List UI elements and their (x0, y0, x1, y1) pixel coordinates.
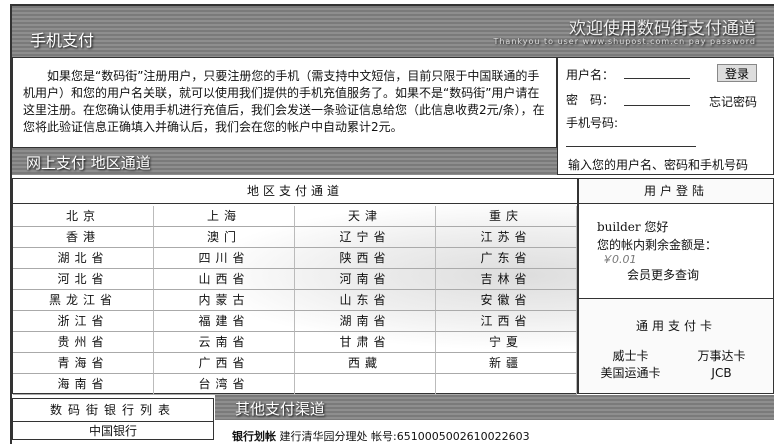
other-pay-title: 其他支付渠道 (235, 400, 326, 418)
more-query-link[interactable]: 会员更多查询 (597, 266, 773, 284)
region-link[interactable]: 湖南省 (295, 311, 436, 332)
header-banner: 手机支付 欢迎使用数码街支付通道 Thankyou to user www.sh… (12, 6, 774, 57)
intro-text: 如果您是“数码街”注册用户，只要注册您的手机（需支持中文短信，目前只限于中国联通… (12, 57, 557, 148)
region-link (295, 374, 436, 395)
region-link[interactable]: 安徽省 (436, 290, 577, 311)
bank-transfer-text: 建行清华园分理处 帐号:6510005002610022603 (279, 430, 530, 443)
greeting: builder 您好 (597, 220, 669, 234)
password-input[interactable] (624, 105, 690, 106)
balance-label: 您的帐内剩余金额是： (597, 238, 718, 252)
region-link[interactable]: 河南省 (295, 269, 436, 290)
login-button[interactable]: 登录 (717, 64, 757, 82)
region-link[interactable]: 上海 (154, 206, 295, 227)
region-link[interactable]: 重庆 (436, 206, 577, 227)
region-link[interactable]: 北京 (13, 206, 154, 227)
region-link[interactable]: 贵州省 (13, 332, 154, 353)
region-link[interactable]: 广西省 (154, 353, 295, 374)
forgot-password-link[interactable]: 忘记密码 (709, 93, 757, 110)
region-link[interactable]: 广东省 (436, 248, 577, 269)
region-link[interactable]: 台湾省 (154, 374, 295, 395)
online-pay-banner: 网上支付 地区通道 (12, 148, 557, 175)
phone-label: 手机号码: (566, 116, 619, 130)
region-link[interactable]: 江西省 (436, 311, 577, 332)
login-hint: 输入您的用户名、密码和手机号码 (568, 158, 749, 172)
region-link[interactable]: 辽宁省 (295, 227, 436, 248)
region-link[interactable]: 宁夏 (436, 332, 577, 353)
balance-value: ￥0.01 (601, 253, 637, 266)
region-link[interactable]: 新疆 (436, 353, 577, 374)
welcome-text: 欢迎使用数码街支付通道 (569, 19, 756, 39)
bank-transfer-info: 银行划帐 建行清华园分理处 帐号:6510005002610022603 (232, 428, 530, 444)
online-pay-title: 网上支付 地区通道 (26, 154, 151, 172)
welcome-subtitle: Thankyou to user www.shupost.com.cn pay … (493, 37, 756, 46)
username-input[interactable] (624, 78, 690, 79)
card-amex[interactable]: 美国运通卡 (585, 365, 676, 382)
region-link[interactable]: 香港 (13, 227, 154, 248)
cards-header: 通用支付卡 (635, 319, 716, 333)
other-pay-banner: 其他支付渠道 (215, 395, 774, 420)
bank-list: 数码街银行列表 中国银行 (12, 398, 214, 440)
bank-list-header: 数码街银行列表 (13, 399, 213, 422)
region-link[interactable]: 山西省 (154, 269, 295, 290)
region-link[interactable]: 西藏 (295, 353, 436, 374)
region-link[interactable]: 甘肃省 (295, 332, 436, 353)
region-link[interactable]: 天津 (295, 206, 436, 227)
card-visa[interactable]: 威士卡 (585, 348, 676, 365)
login-panel: 用户名： 登录 密 码： 忘记密码 手机号码: 输入您的用户名、密码和手机号码 (557, 57, 774, 175)
region-link[interactable]: 湖北省 (13, 248, 154, 269)
region-link[interactable]: 云南省 (154, 332, 295, 353)
bank-transfer-label: 银行划帐 (232, 430, 276, 443)
region-link[interactable]: 黑龙江省 (13, 290, 154, 311)
region-link[interactable]: 山东省 (295, 290, 436, 311)
phone-input[interactable] (566, 146, 696, 147)
region-header: 地区支付通道 (13, 179, 577, 204)
region-link[interactable]: 陕西省 (295, 248, 436, 269)
region-link[interactable]: 内蒙古 (154, 290, 295, 311)
region-channel-table: 地区支付通道 北京 上海 天津 重庆香港 澳门 辽宁省 江苏省湖北省 四川省 陕西省 广东省河北省… (12, 178, 578, 395)
region-link[interactable]: 四川省 (154, 248, 295, 269)
region-link[interactable]: 福建省 (154, 311, 295, 332)
region-link (436, 374, 577, 395)
bank-list-item[interactable]: 中国银行 (13, 422, 213, 440)
page-title: 手机支付 (30, 31, 95, 50)
region-link[interactable]: 浙江省 (13, 311, 154, 332)
username-label: 用户名： (566, 68, 615, 82)
account-panel: 用户登陆 builder 您好 您的帐内剩余金额是： ￥0.01 会员更多查询 … (578, 178, 774, 394)
region-link[interactable]: 江苏省 (436, 227, 577, 248)
region-link[interactable]: 青海省 (13, 353, 154, 374)
account-header: 用户登陆 (579, 179, 773, 204)
card-mastercard[interactable]: 万事达卡 (676, 348, 767, 365)
region-link[interactable]: 河北省 (13, 269, 154, 290)
region-link[interactable]: 吉林省 (436, 269, 577, 290)
region-link[interactable]: 海南省 (13, 374, 154, 395)
password-label: 密 码： (566, 93, 615, 107)
region-link[interactable]: 澳门 (154, 227, 295, 248)
card-jcb[interactable]: JCB (676, 365, 767, 382)
